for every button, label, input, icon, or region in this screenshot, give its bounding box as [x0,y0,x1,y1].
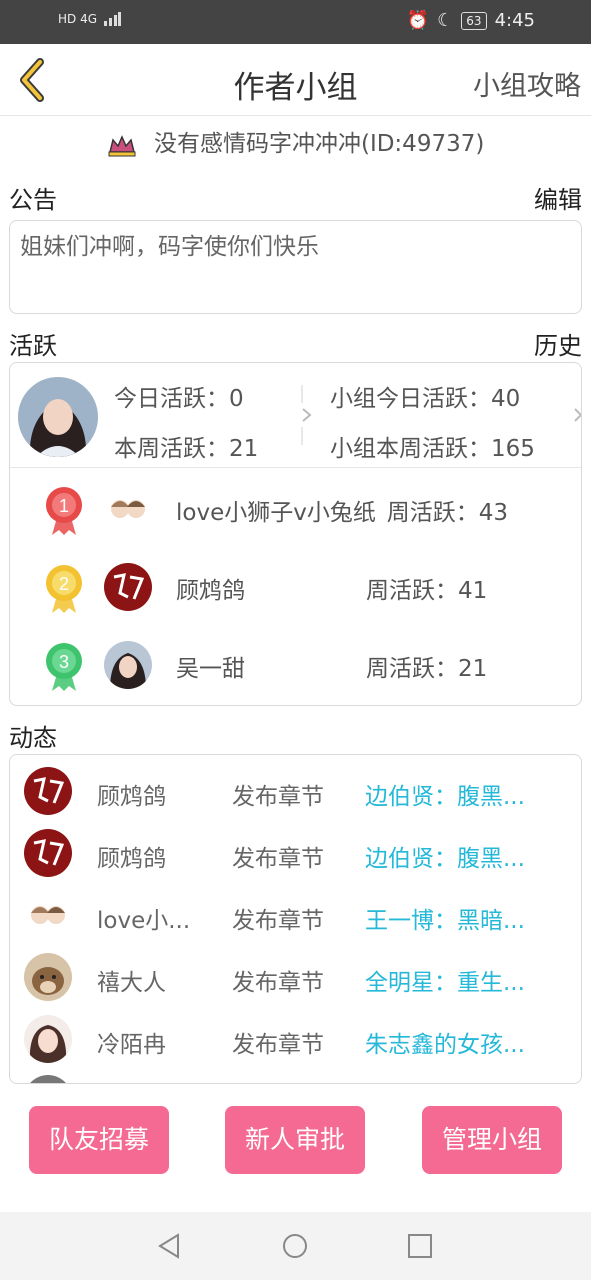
moon-icon: ☾ [437,10,454,31]
nav-home-icon[interactable] [281,1232,309,1260]
system-nav-bar [0,1212,591,1280]
feed-avatar [24,891,72,939]
feed-chapter-link[interactable]: 朱志鑫的女孩... [365,1025,525,1059]
group-today-activity: 小组今日活跃：40 [330,386,521,412]
member-name: 顾鸩鸽 [176,578,245,604]
feed-item[interactable]: 顾鸩鸽 发布章节 边伯贤：腹黑... [10,821,581,883]
feed-action: 发布章节 [232,846,324,872]
divider [10,467,581,468]
feed-chapter-link[interactable]: 王一博：黑暗... [365,901,525,935]
nav-recents-icon[interactable] [406,1232,434,1260]
member-week-activity: 周活跃：21 [366,656,488,682]
group-week-activity: 小组本周活跃：165 [330,436,535,462]
member-name: 吴一甜 [176,656,245,682]
feed-author[interactable]: 顾鸩鸽 [97,839,207,873]
nav-back-icon[interactable] [156,1232,184,1260]
notice-label: 公告 [9,186,57,214]
group-guide-link[interactable]: 小组攻略 [473,64,581,103]
medal-2-icon: 2 [46,565,82,613]
feed-author[interactable]: love小... [97,901,207,935]
feed-chapter-link[interactable]: 全明星：重生... [365,963,525,997]
ranking-row[interactable]: 3 吴一甜 周活跃：21 [10,627,581,705]
status-bar: HD 4G ⏰ ☾ 63 4:45 [0,0,591,44]
manage-group-button[interactable]: 管理小组 [422,1106,562,1174]
feed-avatar [24,1015,72,1063]
svg-text:2: 2 [59,574,69,594]
member-week-activity: 周活跃：41 [366,578,488,604]
my-avatar [18,377,98,457]
my-week-activity: 本周活跃：21 [114,436,259,462]
activity-card: 今日活跃：0 本周活跃：21 小组今日活跃：40 小组本周活跃：165 1 lo… [9,362,582,706]
feed-action: 发布章节 [232,784,324,810]
feed-author[interactable]: 禧大人 [97,963,207,997]
svg-text:3: 3 [59,652,69,672]
ranking-row[interactable]: 1 love小狮子v小兔纸 周活跃：43 [10,471,581,549]
battery-icon: 63 [461,11,487,30]
signal-icon [104,12,122,26]
history-button[interactable]: 历史 [534,326,582,361]
feed-item[interactable]: 禧大人 发布章节 全明星：重生... [10,945,581,1007]
svg-text:1: 1 [59,496,69,516]
approve-newcomers-button[interactable]: 新人审批 [225,1106,365,1174]
member-name: love小狮子v小兔纸 [176,500,376,526]
group-name: 没有感情码字冲冲冲(ID:49737) [153,131,485,157]
member-avatar [104,641,152,689]
chevron-right-icon[interactable] [573,407,582,423]
feed-label: 动态 [9,724,57,752]
feed-item[interactable]: love小... 发布章节 王一博：黑暗... [10,883,581,945]
top-bar: 作者小组 小组攻略 [0,44,591,116]
network-indicator: HD 4G [58,12,122,26]
feed-avatar-partial [24,1075,72,1083]
medal-1-icon: 1 [46,487,82,535]
avatar-photo [18,377,98,457]
feed-action: 发布章节 [232,970,324,996]
activity-label: 活跃 [9,332,57,360]
network-text: HD 4G [58,12,98,26]
feed-author[interactable]: 顾鸩鸽 [97,777,207,811]
member-avatar [104,563,152,611]
alarm-icon: ⏰ [406,10,430,31]
member-avatar [104,485,152,533]
feed-list[interactable]: 顾鸩鸽 发布章节 边伯贤：腹黑... 顾鸩鸽 发布章节 边伯贤：腹黑... lo… [9,754,582,1084]
crown-icon [108,134,136,156]
group-name-row: 没有感情码字冲冲冲(ID:49737) [0,124,591,164]
status-time: 4:45 [494,10,535,31]
feed-chapter-link[interactable]: 边伯贤：腹黑... [365,777,525,811]
my-today-activity: 今日活跃：0 [114,386,244,412]
feed-action: 发布章节 [232,1032,324,1058]
feed-avatar [24,829,72,877]
separator-chevron-icon [301,385,312,445]
feed-item[interactable]: 顾鸩鸽 发布章节 边伯贤：腹黑... [10,759,581,821]
feed-action: 发布章节 [232,908,324,934]
ranking-row[interactable]: 2 顾鸩鸽 周活跃：41 [10,549,581,627]
recruit-button[interactable]: 队友招募 [29,1106,169,1174]
feed-chapter-link[interactable]: 边伯贤：腹黑... [365,839,525,873]
feed-author[interactable]: 冷陌冉 [97,1025,207,1059]
feed-avatar [24,953,72,1001]
medal-3-icon: 3 [46,643,82,691]
notice-edit-button[interactable]: 编辑 [534,180,582,215]
notice-content: 姐妹们冲啊，码字使你们快乐 [9,220,582,314]
member-week-activity-value: 周活跃：43 [386,500,508,526]
feed-avatar [24,767,72,815]
status-right: ⏰ ☾ 63 4:45 [407,10,535,31]
feed-item[interactable]: 冷陌冉 发布章节 朱志鑫的女孩... [10,1007,581,1069]
